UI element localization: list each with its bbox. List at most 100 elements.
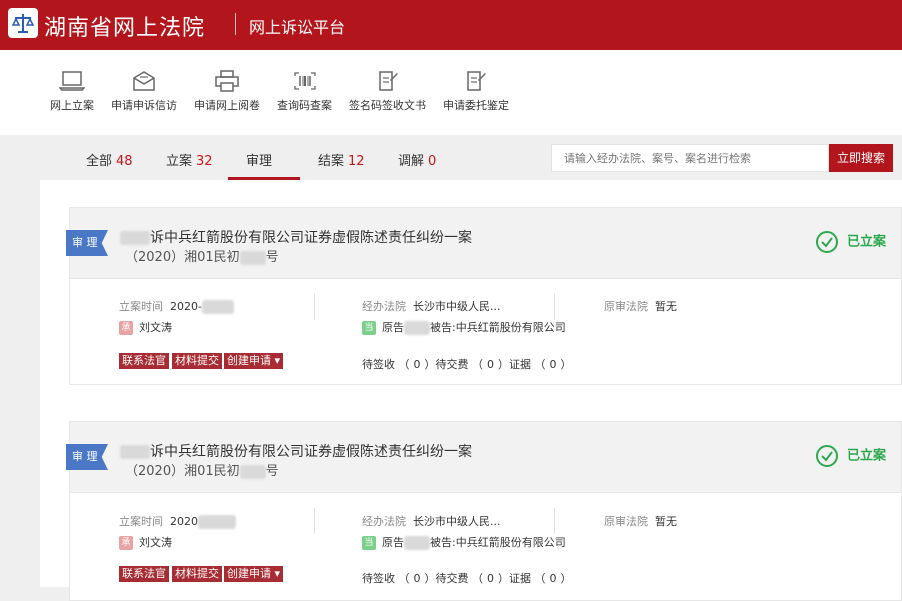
- field-value: 暂无: [655, 300, 677, 313]
- app-header: 湖南省网上法院 网上诉讼平台: [0, 0, 902, 50]
- judge-name: 刘文涛: [139, 536, 172, 549]
- field-label: 立案时间: [119, 300, 163, 313]
- evidence-label[interactable]: 证据: [509, 572, 531, 585]
- contact-judge-button[interactable]: 联系法官: [119, 566, 169, 582]
- tab-label: 全部: [86, 154, 113, 169]
- plaintiff-label: 原告: [382, 536, 404, 549]
- search-button[interactable]: 立即搜索: [829, 144, 893, 172]
- create-request-dropdown[interactable]: 创建申请 ▾: [224, 353, 284, 369]
- to-pay-count: 0: [487, 358, 494, 371]
- field-value: 长沙市中级人民...: [413, 515, 501, 528]
- judge: 承刘文涛: [119, 319, 172, 335]
- tab-closed[interactable]: 结案 12: [318, 150, 365, 169]
- pending-counts: 待签收 （0 ）待交费 （0 ）证据 （0）: [362, 358, 572, 371]
- contact-judge-button[interactable]: 联系法官: [119, 353, 169, 369]
- parties: 当原告 被告:中兵红箭股份有限公司: [362, 534, 566, 550]
- field-value: 长沙市中级人民...: [413, 300, 501, 313]
- judge-name: 刘文涛: [139, 321, 172, 334]
- toolbar-appraisal[interactable]: 申请委托鉴定: [443, 70, 509, 113]
- case-number: （2020）湘01民初 号: [125, 460, 279, 479]
- field-label: 原审法院: [604, 515, 648, 528]
- original-court: 原审法院 暂无: [604, 298, 677, 314]
- tab-count: 48: [116, 154, 133, 169]
- header-divider: [235, 13, 236, 35]
- redacted-date: [198, 515, 236, 529]
- redacted-plaintiff: [404, 536, 430, 550]
- to-sign-label[interactable]: 待签收: [362, 358, 395, 371]
- submit-material-button[interactable]: 材料提交: [172, 566, 222, 582]
- evidence-count: 0: [549, 572, 557, 585]
- toolbar-label: 申请网上阅卷: [194, 99, 260, 112]
- tab-count: 0: [428, 154, 437, 169]
- toolbar-label: 签名码签收文书: [349, 99, 426, 112]
- dropdown-label: 创建申请: [227, 354, 271, 367]
- toolbar-sign-documents[interactable]: 签名码签收文书: [349, 70, 426, 113]
- defendant-text: 被告:中兵红箭股份有限公司: [430, 321, 566, 334]
- tab-mediation[interactable]: 调解 0: [398, 150, 436, 169]
- check-circle-icon: [816, 231, 838, 253]
- laptop-icon: [59, 71, 85, 91]
- judge-mark: 承: [119, 536, 133, 550]
- file-time: 立案时间 2020: [119, 513, 236, 529]
- toolbar-code-query[interactable]: 查询码查案: [277, 70, 332, 113]
- search-input[interactable]: [552, 145, 828, 171]
- site-title: 湖南省网上法院: [44, 16, 206, 41]
- case-number-prefix: （2020）湘01民初: [125, 250, 240, 265]
- field-label: 经办法院: [362, 515, 406, 528]
- case-search: [551, 144, 829, 172]
- sign-document-icon: [378, 71, 398, 91]
- caret-down-icon: ▾: [274, 567, 281, 580]
- evidence-label[interactable]: 证据: [509, 358, 531, 371]
- case-number: （2020）湘01民初 号: [125, 246, 279, 265]
- file-time: 立案时间 2020-: [119, 298, 234, 314]
- to-pay-label[interactable]: 待交费: [436, 358, 469, 371]
- handling-court: 经办法院 长沙市中级人民...: [362, 513, 501, 529]
- to-sign-count: 0: [413, 572, 421, 585]
- court-logo[interactable]: [8, 8, 38, 38]
- tab-filed[interactable]: 立案 32: [166, 150, 213, 169]
- to-sign-count: 0: [413, 358, 421, 371]
- redacted-number: [239, 250, 266, 265]
- field-value: 2020: [170, 515, 198, 528]
- judge: 承刘文涛: [119, 534, 172, 550]
- column-divider: [314, 508, 315, 534]
- case-title[interactable]: 诉中兵红箭股份有限公司证券虚假陈述责任纠纷一案: [120, 227, 472, 247]
- case-status: 已立案: [815, 444, 886, 468]
- to-sign-label[interactable]: 待签收: [362, 572, 395, 585]
- case-number-suffix: 号: [265, 464, 279, 479]
- check-circle-icon: [816, 445, 838, 467]
- toolbar-petition[interactable]: 申请申诉信访: [111, 70, 177, 113]
- platform-title: 网上诉讼平台: [249, 18, 346, 37]
- to-pay-label[interactable]: 待交费: [436, 572, 469, 585]
- dropdown-label: 创建申请: [227, 567, 271, 580]
- evidence-count: 0: [549, 358, 557, 371]
- toolbar-label: 申请申诉信访: [111, 99, 177, 112]
- field-label: 经办法院: [362, 300, 406, 313]
- case-title-text: 诉中兵红箭股份有限公司证券虚假陈述责任纠纷一案: [150, 230, 472, 246]
- tab-label: 调解: [398, 154, 425, 169]
- field-label: 立案时间: [119, 515, 163, 528]
- status-text: 已立案: [847, 234, 887, 250]
- trial-badge: 审 理: [66, 444, 108, 470]
- redacted-name: [120, 231, 150, 245]
- party-mark: 当: [362, 321, 376, 335]
- case-title[interactable]: 诉中兵红箭股份有限公司证券虚假陈述责任纠纷一案: [120, 441, 472, 461]
- parties: 当原告 被告:中兵红箭股份有限公司: [362, 319, 566, 335]
- toolbar-online-filing[interactable]: 网上立案: [50, 70, 94, 113]
- field-value: 暂无: [655, 515, 677, 528]
- plaintiff-label: 原告: [382, 321, 404, 334]
- column-divider: [554, 508, 555, 534]
- tab-all[interactable]: 全部 48: [86, 150, 133, 169]
- party-mark: 当: [362, 536, 376, 550]
- toolbar-label: 网上立案: [50, 99, 94, 112]
- tab-label: 立案: [166, 154, 193, 169]
- tab-count: 32: [196, 154, 213, 169]
- field-label: 原审法院: [604, 300, 648, 313]
- tab-trial[interactable]: 审理: [246, 150, 272, 169]
- handling-court: 经办法院 长沙市中级人民...: [362, 298, 501, 314]
- case-number-suffix: 号: [265, 250, 279, 265]
- create-request-dropdown[interactable]: 创建申请 ▾: [224, 566, 284, 582]
- toolbar-read-files[interactable]: 申请网上阅卷: [194, 70, 260, 113]
- submit-material-button[interactable]: 材料提交: [172, 353, 222, 369]
- caret-down-icon: ▾: [274, 354, 281, 367]
